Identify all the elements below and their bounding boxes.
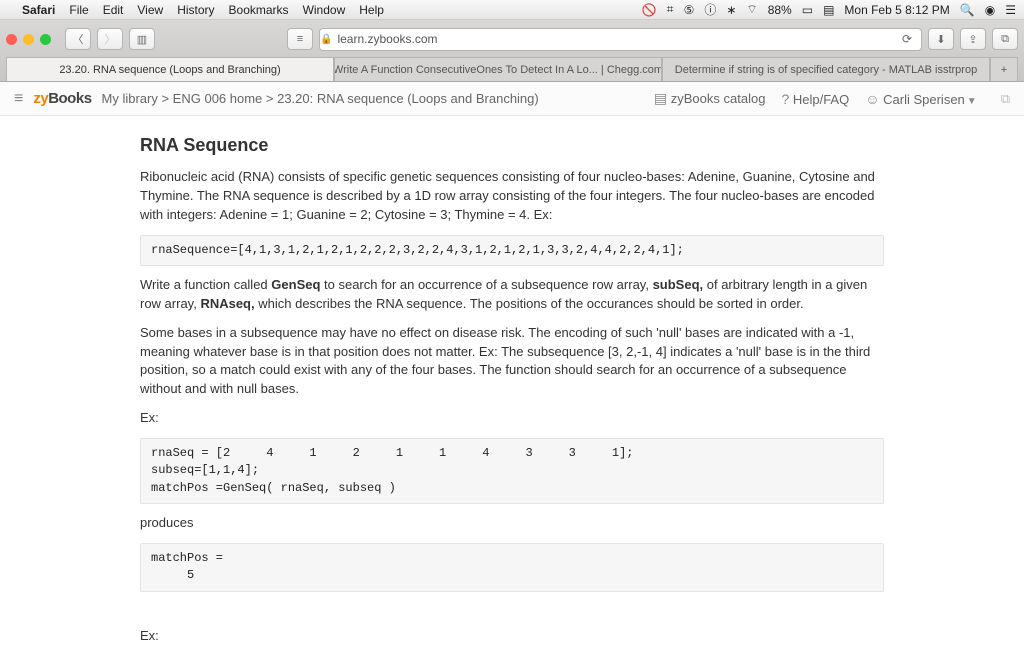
dropbox-icon[interactable]: ⌗ — [667, 2, 674, 17]
menu-view[interactable]: View — [137, 3, 163, 17]
flag-icon[interactable]: ▤ — [823, 3, 834, 17]
text: to search for an occurrence of a subsequ… — [320, 277, 652, 292]
clock[interactable]: Mon Feb 5 8:12 PM — [844, 3, 949, 17]
intro-paragraph: Ribonucleic acid (RNA) consists of speci… — [140, 168, 884, 225]
nosign-icon[interactable]: 🚫 — [642, 3, 657, 17]
forward-button[interactable]: 〉 — [97, 28, 123, 50]
logo-right: Books — [48, 90, 91, 107]
battery-text[interactable]: 88% — [768, 3, 792, 17]
share-button[interactable]: ⇪ — [960, 28, 986, 50]
code-rnasequence: rnaSequence=[4,1,3,1,2,1,2,1,2,2,2,3,2,2… — [140, 235, 884, 266]
sidebar-button[interactable]: ▥ — [129, 28, 155, 50]
menu-help[interactable]: Help — [359, 3, 384, 17]
tabs-button[interactable]: ⧉ — [992, 28, 1018, 50]
content-scroll[interactable]: RNA Sequence Ribonucleic acid (RNA) cons… — [0, 116, 1024, 645]
tab-label: Write A Function ConsecutiveOnes To Dete… — [334, 64, 662, 76]
hamburger-icon[interactable]: ≡ — [14, 90, 23, 108]
code-output-1: matchPos = 5 — [140, 543, 884, 592]
tab-label: Determine if string is of specified cate… — [675, 64, 977, 76]
input-source-icon[interactable]: ⑤ — [684, 3, 695, 17]
siri-icon[interactable]: ◉ — [985, 3, 995, 17]
ex-label-2: Ex: — [140, 627, 884, 645]
wifi-icon[interactable]: ⌔ — [746, 2, 757, 17]
close-window-button[interactable] — [6, 34, 17, 45]
download-button[interactable]: ⬇ — [928, 28, 954, 50]
browser-tab-3[interactable]: Determine if string is of specified cate… — [662, 57, 990, 81]
param-name: subSeq, — [653, 277, 704, 292]
new-tab-button[interactable]: + — [990, 57, 1018, 81]
instructions-paragraph: Write a function called GenSeq to search… — [140, 276, 884, 314]
code-example-1: rnaSeq = [2 4 1 2 1 1 4 3 3 1]; subseq=[… — [140, 438, 884, 504]
menu-window[interactable]: Window — [303, 3, 346, 17]
text: which describes the RNA sequence. The po… — [255, 296, 804, 311]
zybooks-header: ≡ zyBooks My library > ENG 006 home > 23… — [0, 82, 1024, 116]
tab-label: 23.20. RNA sequence (Loops and Branching… — [59, 64, 280, 76]
null-bases-paragraph: Some bases in a subsequence may have no … — [140, 324, 884, 399]
browser-tab-1[interactable]: 23.20. RNA sequence (Loops and Branching… — [6, 57, 334, 81]
menu-file[interactable]: File — [69, 3, 88, 17]
url-text: learn.zybooks.com — [337, 32, 437, 46]
breadcrumb[interactable]: My library > ENG 006 home > 23.20: RNA s… — [102, 91, 539, 106]
mac-menubar: Safari File Edit View History Bookmarks … — [0, 0, 1024, 20]
ex-label-1: Ex: — [140, 409, 884, 428]
safari-toolbar: 〈 〉 ▥ ≡ 🔒 learn.zybooks.com ⟳ ⬇ ⇪ ⧉ 23.2… — [0, 20, 1024, 82]
zybooks-logo[interactable]: zyBooks — [33, 90, 91, 107]
book-icon: ▤ — [654, 90, 667, 106]
browser-tabs: 23.20. RNA sequence (Loops and Branching… — [6, 57, 1018, 81]
chevron-down-icon: ▼ — [967, 96, 977, 107]
reload-icon[interactable]: ⟳ — [893, 32, 921, 46]
eye-icon[interactable]: ⓘ — [704, 1, 716, 18]
produces-label-1: produces — [140, 514, 884, 533]
app-name[interactable]: Safari — [22, 3, 55, 17]
user-icon: ☺ — [865, 91, 879, 107]
expand-icon[interactable]: ⧉ — [1001, 91, 1010, 107]
page: ≡ zyBooks My library > ENG 006 home > 23… — [0, 82, 1024, 645]
address-bar[interactable]: 🔒 learn.zybooks.com ⟳ — [319, 28, 922, 51]
menu-bookmarks[interactable]: Bookmarks — [229, 3, 289, 17]
battery-icon[interactable]: ▭ — [802, 3, 813, 17]
minimize-window-button[interactable] — [23, 34, 34, 45]
help-link[interactable]: ? Help/FAQ — [781, 91, 849, 107]
window-controls — [6, 34, 51, 45]
back-button[interactable]: 〈 — [65, 28, 91, 50]
lock-icon: 🔒 — [320, 34, 332, 45]
logo-left: zy — [33, 90, 48, 107]
catalog-label: zyBooks catalog — [671, 91, 766, 106]
browser-tab-2[interactable]: Write A Function ConsecutiveOnes To Dete… — [334, 57, 662, 81]
help-icon: ? — [781, 91, 789, 107]
param-name: RNAseq, — [200, 296, 254, 311]
user-menu[interactable]: ☺ Carli Sperisen▼ — [865, 91, 976, 107]
text: Write a function called — [140, 277, 271, 292]
help-label: Help/FAQ — [793, 92, 849, 107]
user-name: Carli Sperisen — [883, 92, 965, 107]
catalog-link[interactable]: ▤ zyBooks catalog — [654, 90, 766, 107]
article: RNA Sequence Ribonucleic acid (RNA) cons… — [132, 132, 892, 645]
article-title: RNA Sequence — [140, 132, 884, 158]
menu-history[interactable]: History — [177, 3, 214, 17]
spotlight-icon[interactable]: 🔍 — [960, 3, 975, 17]
func-name: GenSeq — [271, 277, 320, 292]
fullscreen-window-button[interactable] — [40, 34, 51, 45]
menu-edit[interactable]: Edit — [103, 3, 124, 17]
bluetooth-icon[interactable]: ∗ — [726, 3, 736, 17]
reader-button[interactable]: ≡ — [287, 28, 313, 50]
menu-extra-icon[interactable]: ☰ — [1005, 3, 1016, 17]
